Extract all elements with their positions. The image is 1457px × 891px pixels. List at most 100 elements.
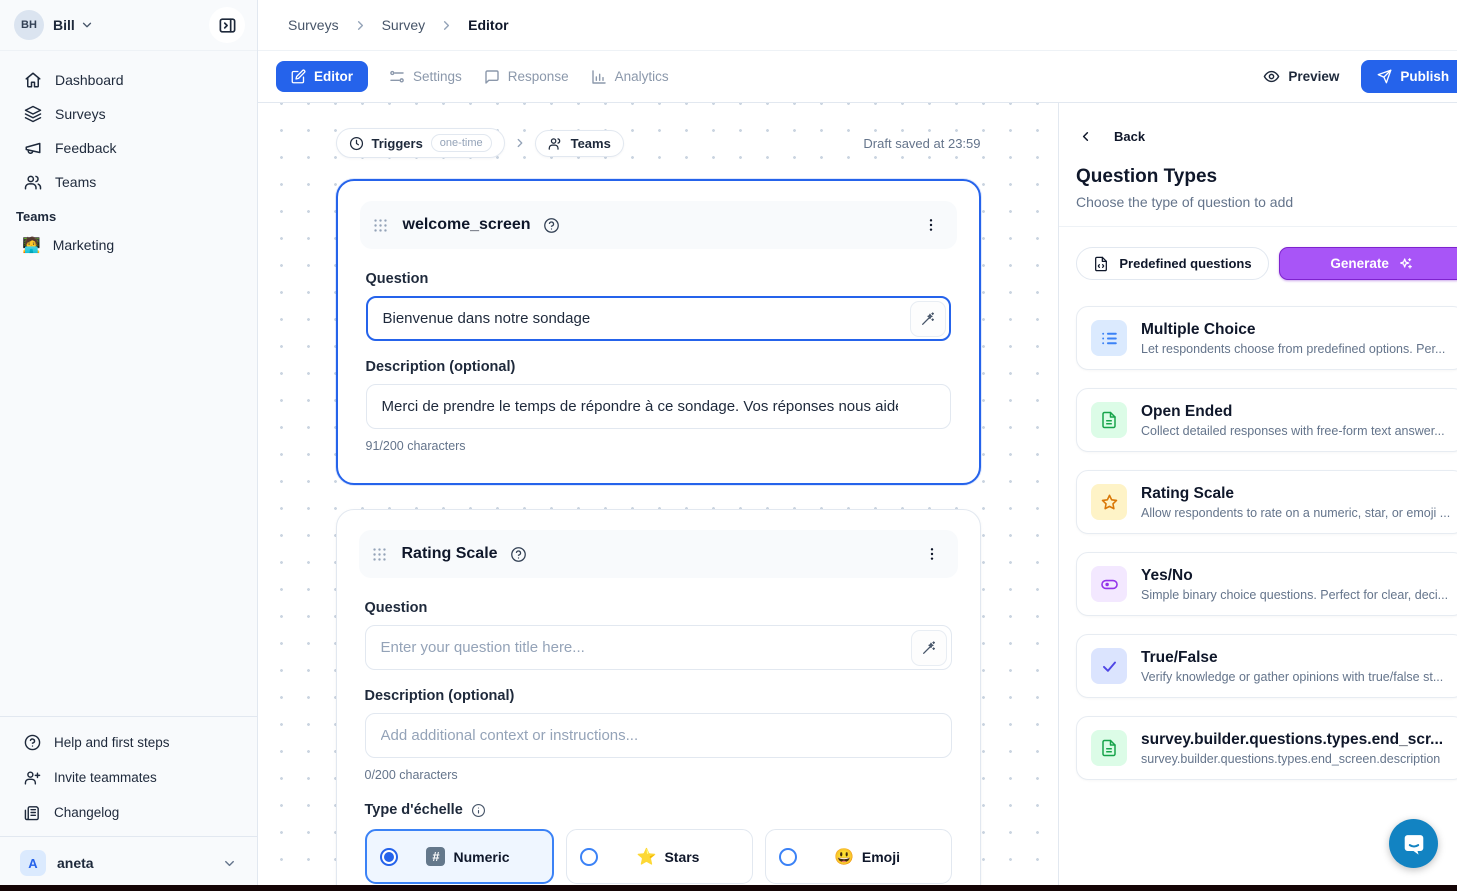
tab-label: Settings: [413, 69, 462, 84]
radio-icon: [580, 848, 598, 866]
main-area: Surveys Survey Editor Editor: [258, 0, 1457, 891]
generate-button[interactable]: Generate: [1279, 247, 1457, 280]
char-count: 91/200 characters: [366, 439, 951, 453]
kebab-menu-icon[interactable]: [920, 542, 944, 566]
triggers-badge: one-time: [431, 134, 492, 152]
predefined-label: Predefined questions: [1119, 256, 1251, 271]
drag-handle-icon[interactable]: [372, 217, 389, 234]
file-text-icon: [1091, 402, 1127, 438]
users-icon: [548, 136, 563, 151]
question-type-end-screen[interactable]: survey.builder.questions.types.end_scr..…: [1076, 716, 1457, 780]
breadcrumb-surveys[interactable]: Surveys: [288, 17, 339, 33]
radio-checked-icon: [380, 848, 398, 866]
sidebar-collapse-button[interactable]: [209, 7, 245, 43]
question-type-list: Multiple Choice Let respondents choose f…: [1059, 280, 1457, 780]
publish-label: Publish: [1400, 69, 1449, 84]
publish-button[interactable]: Publish: [1361, 60, 1457, 93]
help-circle-icon[interactable]: [543, 217, 560, 234]
sidebar-item-feedback[interactable]: Feedback: [0, 131, 257, 165]
kebab-menu-icon[interactable]: [919, 213, 943, 237]
wand-icon: [920, 311, 936, 327]
rating-scale-card[interactable]: Rating Scale Question: [336, 509, 981, 891]
user-avatar[interactable]: BH: [14, 10, 44, 40]
drag-handle-icon[interactable]: [371, 546, 388, 563]
radio-icon: [779, 848, 797, 866]
magic-wand-button[interactable]: [910, 301, 946, 337]
back-button[interactable]: Back: [1059, 103, 1457, 144]
question-type-open-ended[interactable]: Open Ended Collect detailed responses wi…: [1076, 388, 1457, 452]
app-window: BH Bill Dashboard Surv: [0, 0, 1457, 891]
card-title: welcome_screen: [403, 216, 531, 234]
user-plus-icon: [24, 769, 41, 786]
breadcrumb: Surveys Survey Editor: [258, 0, 1457, 51]
sidebar-nav: Dashboard Surveys Feedback Teams: [0, 51, 257, 199]
scale-option-stars[interactable]: ⭐ Stars: [566, 829, 753, 884]
breadcrumb-survey[interactable]: Survey: [382, 17, 426, 33]
eye-icon: [1263, 68, 1280, 85]
description-input[interactable]: [365, 713, 952, 758]
option-label: Emoji: [862, 849, 900, 865]
question-type-name: Yes/No: [1141, 567, 1448, 585]
clock-icon: [349, 136, 364, 151]
breadcrumb-editor: Editor: [468, 17, 508, 33]
sidebar-item-label: Help and first steps: [54, 735, 170, 750]
sidebar-item-marketing[interactable]: 🧑‍💻 Marketing: [0, 228, 257, 262]
sidebar-item-invite[interactable]: Invite teammates: [0, 760, 257, 795]
org-avatar: A: [20, 850, 46, 876]
list-icon: [1091, 320, 1127, 356]
sidebar-footer: Help and first steps Invite teammates Ch…: [0, 716, 257, 891]
question-input[interactable]: [365, 625, 952, 670]
option-label: Stars: [664, 849, 699, 865]
sidebar-item-dashboard[interactable]: Dashboard: [0, 63, 257, 97]
tab-analytics[interactable]: Analytics: [580, 61, 680, 93]
chat-bubble-icon: [1401, 831, 1427, 857]
sidebar-item-teams[interactable]: Teams: [0, 165, 257, 199]
question-type-true-false[interactable]: True/False Verify knowledge or gather op…: [1076, 634, 1457, 698]
file-code-icon: [1093, 256, 1109, 272]
welcome-screen-card[interactable]: welcome_screen Question: [336, 179, 981, 485]
star-icon: [1091, 484, 1127, 520]
question-type-desc: Allow respondents to rate on a numeric, …: [1141, 506, 1450, 520]
scale-option-numeric[interactable]: # Numeric: [365, 829, 554, 884]
bottom-strip: [0, 885, 1457, 891]
chat-widget-button[interactable]: [1389, 819, 1438, 868]
chevron-right-icon: [513, 136, 527, 150]
draft-status: Draft saved at 23:59: [863, 136, 980, 151]
scale-type-label: Type d'échelle: [365, 802, 463, 818]
scale-option-emoji[interactable]: 😃 Emoji: [765, 829, 952, 884]
org-switcher[interactable]: A aneta: [0, 836, 257, 891]
magic-wand-button[interactable]: [911, 630, 947, 666]
question-type-rating-scale[interactable]: Rating Scale Allow respondents to rate o…: [1076, 470, 1457, 534]
sidebar-header: BH Bill: [0, 0, 257, 51]
question-label: Question: [365, 600, 952, 616]
generate-label: Generate: [1330, 256, 1389, 271]
sidebar-item-surveys[interactable]: Surveys: [0, 97, 257, 131]
sidebar-item-help[interactable]: Help and first steps: [0, 725, 257, 760]
description-input[interactable]: [366, 384, 951, 429]
card-title: Rating Scale: [402, 545, 498, 563]
help-circle-icon[interactable]: [510, 546, 527, 563]
sidebar-item-label: Invite teammates: [54, 770, 157, 785]
preview-button[interactable]: Preview: [1263, 68, 1339, 85]
question-input[interactable]: [366, 296, 951, 341]
triggers-pill[interactable]: Triggers one-time: [336, 128, 505, 158]
panel-actions: Predefined questions Generate: [1059, 227, 1457, 280]
question-type-desc: Let respondents choose from predefined o…: [1141, 342, 1445, 356]
predefined-questions-button[interactable]: Predefined questions: [1076, 247, 1269, 280]
question-types-panel: Back Question Types Choose the type of q…: [1058, 103, 1457, 891]
sidebar-item-changelog[interactable]: Changelog: [0, 795, 257, 830]
sidebar-item-label: Dashboard: [55, 72, 124, 88]
question-type-yes-no[interactable]: Yes/No Simple binary choice questions. P…: [1076, 552, 1457, 616]
question-type-multiple-choice[interactable]: Multiple Choice Let respondents choose f…: [1076, 306, 1457, 370]
teams-pill[interactable]: Teams: [535, 130, 624, 157]
tab-editor[interactable]: Editor: [276, 61, 368, 92]
teams-section-label: Teams: [0, 199, 257, 228]
newspaper-icon: [24, 804, 41, 821]
toggle-icon: [1091, 566, 1127, 602]
info-circle-icon[interactable]: [471, 803, 486, 818]
message-square-icon: [484, 69, 500, 85]
tab-settings[interactable]: Settings: [378, 61, 473, 93]
chevron-down-icon[interactable]: [80, 18, 94, 32]
user-name[interactable]: Bill: [53, 17, 75, 33]
tab-response[interactable]: Response: [473, 61, 580, 93]
